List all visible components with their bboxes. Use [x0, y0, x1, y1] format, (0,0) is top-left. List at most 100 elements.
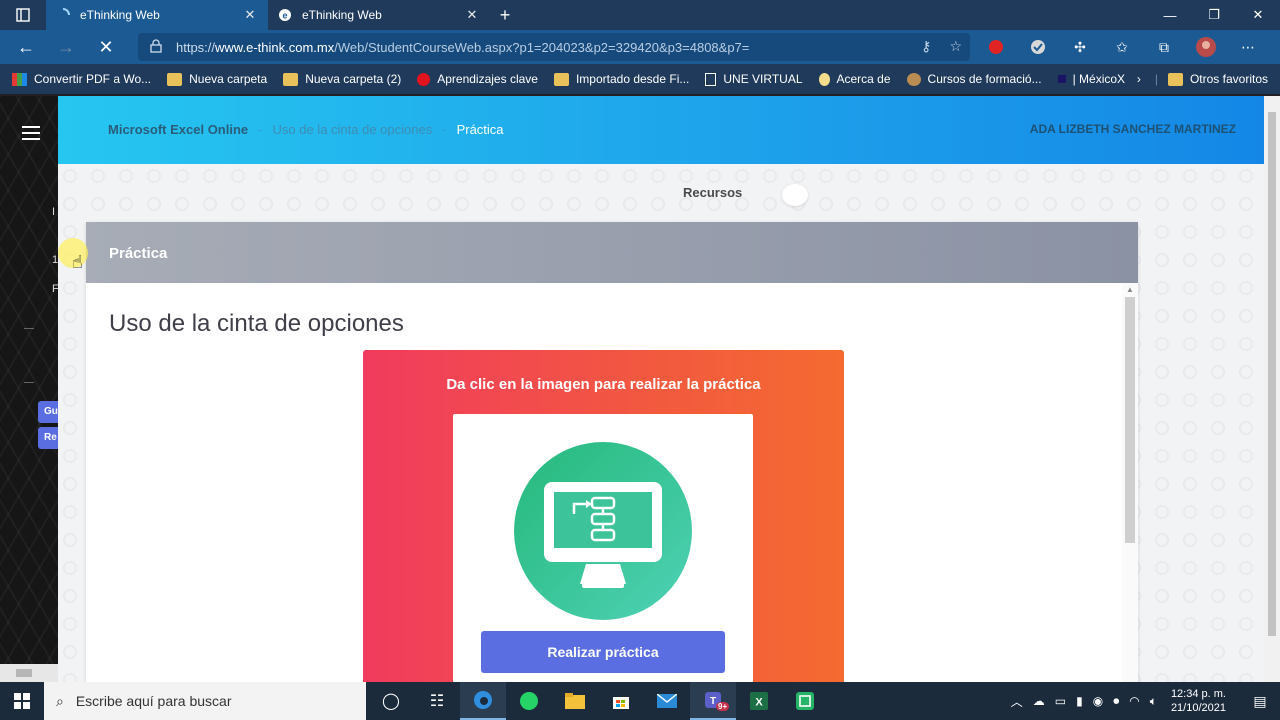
- timeline-icon[interactable]: ☷: [414, 682, 460, 720]
- horizontal-scrollbar-thumb[interactable]: [16, 669, 32, 677]
- practice-image[interactable]: [514, 442, 692, 620]
- onedrive-icon[interactable]: ☁: [1033, 694, 1045, 708]
- green-app-icon[interactable]: [782, 682, 828, 720]
- folder-icon: [167, 72, 183, 86]
- other-favorites[interactable]: Otros favoritos: [1190, 72, 1268, 86]
- windows-start-icon[interactable]: [0, 682, 44, 720]
- tab-ethinking-2[interactable]: e eThinking Web ✕: [268, 0, 490, 30]
- folder-icon: [1167, 72, 1183, 86]
- horizontal-scrollbar[interactable]: [0, 664, 58, 682]
- tab-ethinking-1[interactable]: eThinking Web ✕: [46, 0, 268, 30]
- hamburger-icon[interactable]: [22, 126, 40, 144]
- card-scrollbar[interactable]: ▲: [1122, 283, 1138, 682]
- breadcrumb-course[interactable]: Microsoft Excel Online: [108, 122, 248, 137]
- breadcrumb: Microsoft Excel Online - Uso de la cinta…: [108, 122, 504, 137]
- recursos-toggle[interactable]: [782, 184, 808, 206]
- taskbar-search-placeholder: Escribe aquí para buscar: [75, 693, 232, 709]
- extension-check-icon[interactable]: [1026, 35, 1050, 59]
- bookmark-mexicox[interactable]: | MéxicoX: [1057, 72, 1125, 86]
- whatsapp-icon[interactable]: [506, 682, 552, 720]
- scroll-up-icon[interactable]: ▲: [1126, 285, 1134, 294]
- settings-more-icon[interactable]: ⋯: [1236, 35, 1260, 59]
- browser-titlebar: eThinking Web ✕ e eThinking Web ✕ + — ❐ …: [0, 0, 1280, 30]
- browser-navbar: ← → ✕ https://www.e-think.com.mx/Web/Stu…: [0, 30, 1280, 64]
- page-title: Uso de la cinta de opciones: [109, 310, 404, 337]
- stop-loading-icon[interactable]: ✕: [86, 30, 126, 64]
- bookmark-nueva-carpeta[interactable]: Nueva carpeta: [167, 72, 267, 86]
- bookmark-acerca-de[interactable]: Acerca de: [818, 72, 891, 86]
- task-view-icon[interactable]: ◯: [368, 682, 414, 720]
- bookmarks-divider: |: [1154, 72, 1158, 86]
- close-tab-icon[interactable]: ✕: [464, 7, 480, 23]
- url-prefix: https://: [176, 39, 216, 55]
- address-bar[interactable]: https://www.e-think.com.mx/Web/StudentCo…: [138, 33, 970, 61]
- bookmark-nueva-carpeta-2[interactable]: Nueva carpeta (2): [283, 72, 401, 86]
- bookmark-aprendizajes-clave[interactable]: Aprendizajes clave: [417, 72, 538, 86]
- new-tab-icon[interactable]: +: [490, 0, 520, 30]
- mail-icon[interactable]: [644, 682, 690, 720]
- recursos-tab[interactable]: Recursos: [683, 185, 742, 200]
- teams-badge: 9+: [716, 702, 730, 711]
- breadcrumb-topic[interactable]: Uso de la cinta de opciones: [273, 122, 433, 137]
- sidebar-guide-button[interactable]: Gu: [38, 401, 60, 423]
- card-scrollbar-thumb[interactable]: [1125, 297, 1135, 543]
- page-scrollbar-thumb[interactable]: [1268, 112, 1276, 636]
- practice-panel[interactable]: Da clic en la imagen para realizar la pr…: [363, 350, 844, 682]
- hand-cursor-icon: ☝: [72, 252, 83, 272]
- extension-red-icon[interactable]: [984, 35, 1008, 59]
- profile-avatar-icon[interactable]: [1194, 35, 1218, 59]
- store-icon[interactable]: [598, 682, 644, 720]
- volume-icon[interactable]: 🔈︎: [1150, 694, 1157, 709]
- bookmark-convertir-pdf[interactable]: Convertir PDF a Wo...: [12, 72, 151, 86]
- url-path: /Web/StudentCourseWeb.aspx?p1=204023&p2=…: [334, 39, 750, 55]
- restore-icon[interactable]: ❐: [1192, 0, 1236, 30]
- close-tab-icon[interactable]: ✕: [242, 7, 258, 23]
- system-clock[interactable]: 12:34 p. m. 21/10/2021: [1171, 687, 1226, 715]
- sidebar-divider: [24, 328, 34, 329]
- show-hidden-icons[interactable]: ︿: [1011, 693, 1023, 710]
- realizar-practica-button[interactable]: Realizar práctica: [481, 631, 725, 673]
- page-viewport: I 1 F Gu Re Microsoft Excel Online - Uso…: [0, 96, 1280, 682]
- wifi-icon[interactable]: ◠: [1129, 694, 1139, 708]
- edge-icon[interactable]: [460, 682, 506, 720]
- notification-center-icon[interactable]: ▤: [1240, 693, 1280, 710]
- forward-icon[interactable]: →: [46, 30, 86, 64]
- breadcrumb-separator: -: [258, 122, 263, 137]
- red-circle-icon: [417, 72, 431, 86]
- ethinking-favicon-icon: e: [278, 8, 292, 22]
- back-icon[interactable]: ←: [6, 30, 46, 64]
- tab-title: eThinking Web: [80, 8, 160, 22]
- page-scrollbar[interactable]: [1264, 96, 1280, 682]
- page-icon: [705, 72, 717, 86]
- loading-spinner-icon: [56, 8, 70, 22]
- bulb-icon: [818, 72, 830, 86]
- taskbar-search[interactable]: ⌕ Escribe aquí para buscar: [44, 682, 366, 720]
- collections-icon[interactable]: ⧉: [1152, 35, 1176, 59]
- key-icon[interactable]: ⚷: [921, 38, 931, 55]
- meet-now-icon[interactable]: ◉: [1093, 694, 1103, 708]
- add-favorite-icon[interactable]: ☆: [949, 38, 962, 55]
- bookmark-cursos-formacion[interactable]: Cursos de formació...: [906, 72, 1042, 86]
- sidebar-resources-button[interactable]: Re: [38, 427, 60, 449]
- user-name[interactable]: ADA LIZBETH SANCHEZ MARTINEZ: [1030, 122, 1236, 136]
- brown-circle-icon: [906, 72, 921, 86]
- favorites-icon[interactable]: ✩: [1110, 35, 1134, 59]
- excel-icon[interactable]: X: [736, 682, 782, 720]
- microphone-icon[interactable]: ⏺: [1113, 694, 1119, 709]
- bookmark-importado[interactable]: Importado desde Fi...: [553, 72, 689, 86]
- extensions-icon[interactable]: ✣: [1068, 35, 1092, 59]
- battery-icon[interactable]: ▮: [1076, 694, 1083, 708]
- file-explorer-icon[interactable]: [552, 682, 598, 720]
- svg-text:X: X: [755, 697, 763, 709]
- sidebar-fragment: I: [52, 206, 56, 218]
- minimize-icon[interactable]: —: [1148, 0, 1192, 30]
- practice-image-box[interactable]: Realizar práctica: [453, 414, 753, 682]
- tab-actions-icon[interactable]: [0, 0, 46, 30]
- folder-icon: [283, 72, 299, 86]
- teams-icon[interactable]: T 9+: [690, 682, 736, 720]
- bookmarks-overflow-icon[interactable]: ›: [1137, 72, 1141, 86]
- folder-icon: [553, 72, 569, 86]
- bookmark-une-virtual[interactable]: UNE VIRTUAL: [705, 72, 803, 86]
- close-window-icon[interactable]: ✕: [1236, 0, 1280, 30]
- network-drive-icon[interactable]: ▭: [1055, 694, 1066, 708]
